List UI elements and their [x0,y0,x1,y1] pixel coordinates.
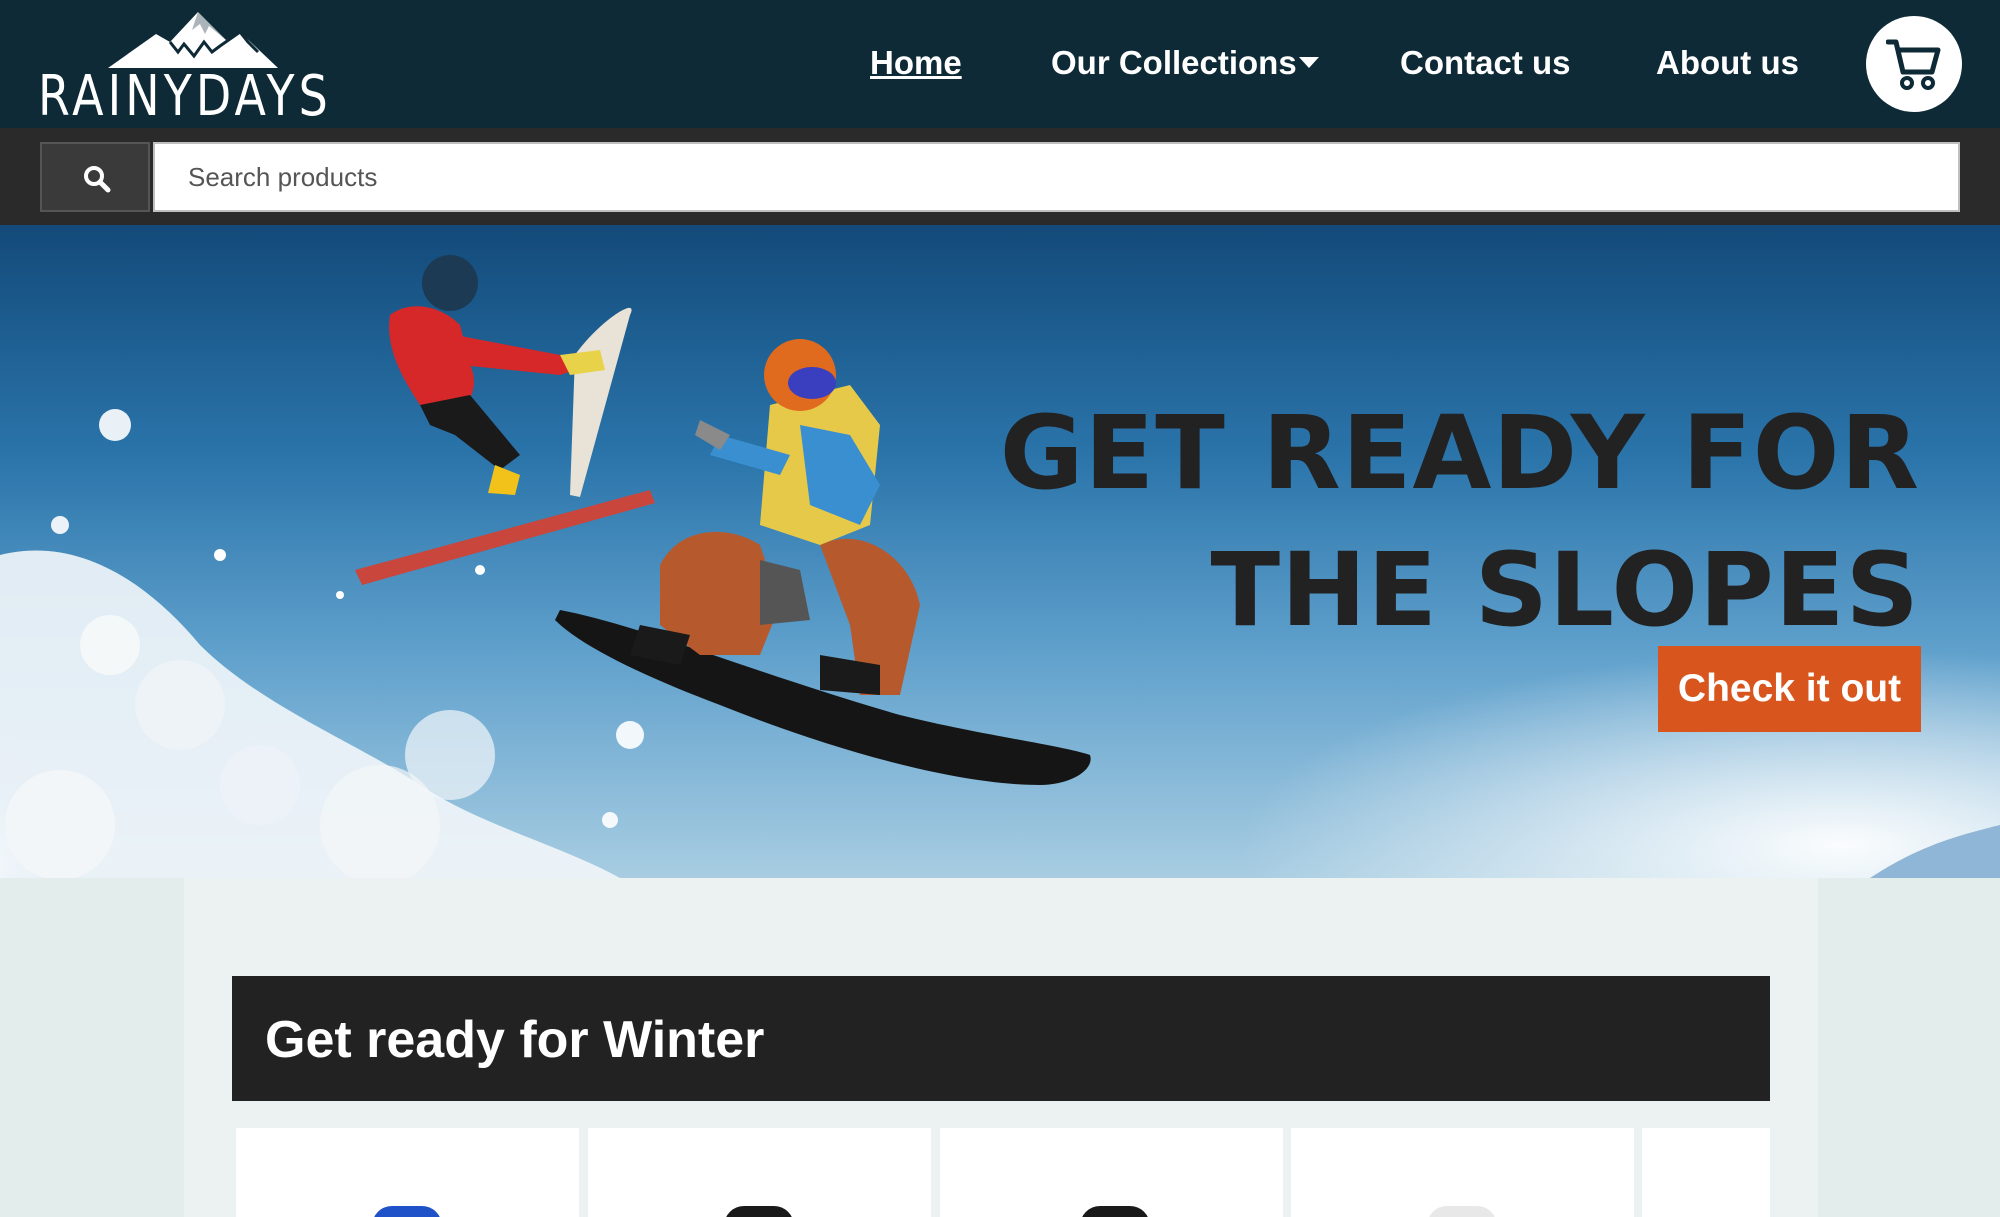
nav-contact[interactable]: Contact us [1400,44,1571,84]
product-card[interactable] [236,1128,579,1217]
nav-about[interactable]: About us [1656,44,1799,84]
caret-down-icon [1298,56,1319,68]
product-card[interactable] [1642,1128,1770,1217]
section-header: Get ready for Winter [232,976,1770,1101]
hero-title-line-1: GET READY FOR [999,394,1920,513]
product-image [724,1206,794,1217]
product-card[interactable] [1291,1128,1634,1217]
section-title: Get ready for Winter [265,1011,765,1069]
hero-title: GET READY FOR THE SLOPES [1000,385,1920,659]
nav-collections[interactable]: Our Collections [1051,44,1319,84]
product-card[interactable] [940,1128,1283,1217]
nav-collections-label: Our Collections [1051,44,1297,81]
search-bar [0,128,2000,225]
logo[interactable]: RAINYDAYS [38,12,338,129]
search-button[interactable] [40,142,150,212]
product-image [1080,1206,1150,1217]
hero-title-line-2: THE SLOPES [1210,531,1920,650]
nav-home[interactable]: Home [870,44,962,84]
main-content: Get ready for Winter [184,878,1818,1217]
product-image [1427,1206,1497,1217]
cart-button[interactable] [1866,16,1962,112]
search-input[interactable] [153,142,1960,212]
mountain-icon [108,12,278,68]
logo-text: RAINYDAYS [38,64,332,129]
search-icon [84,166,111,193]
check-it-out-button[interactable]: Check it out [1658,646,1921,732]
product-image [372,1206,442,1217]
product-card[interactable] [588,1128,931,1217]
cart-icon [1886,39,1941,90]
hero-banner: GET READY FOR THE SLOPES Check it out [0,225,2000,878]
site-header: RAINYDAYS Home Our Collections Contact u… [0,0,2000,129]
